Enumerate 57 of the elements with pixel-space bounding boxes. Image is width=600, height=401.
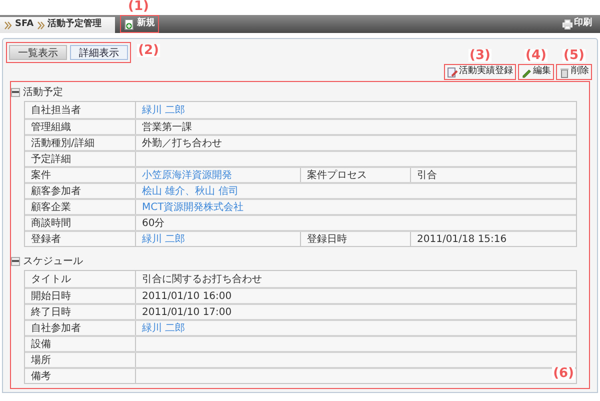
field-label: 案件プロセス: [307, 168, 367, 182]
callout-number: (6): [552, 367, 575, 380]
field-label: 登録者: [31, 232, 61, 246]
chevron-icon: [4, 20, 12, 30]
field-value: 2011/01/10 17:00: [142, 306, 232, 320]
document-pen-icon: [447, 66, 458, 78]
field-label: 備考: [31, 370, 51, 384]
field-label: 案件: [31, 168, 51, 182]
field-label: 終了日時: [31, 306, 71, 320]
print-button[interactable]: 印刷: [562, 15, 592, 33]
field-value: 引合: [417, 168, 437, 182]
view-tab[interactable]: 詳細表示: [70, 45, 128, 60]
link-value[interactable]: 緑川 二郎: [142, 320, 186, 336]
field-label: 予定詳細: [31, 152, 71, 166]
link-value[interactable]: 緑川 二郎: [142, 102, 186, 118]
link-value[interactable]: MCT資源開発株式会社: [142, 200, 244, 214]
field-label: 顧客参加者: [31, 184, 81, 198]
field-value: 営業第一課: [142, 120, 192, 134]
field-label: 場所: [31, 354, 51, 368]
section-title: スケジュール: [23, 254, 83, 268]
action-button[interactable]: 削除: [557, 65, 591, 79]
callout-number: (2): [137, 44, 160, 57]
field-label: 設備: [31, 338, 51, 352]
callout-number: (3): [468, 49, 492, 62]
field-label: タイトル: [31, 272, 71, 286]
field-label: 自社参加者: [31, 322, 81, 336]
callout-number: (5): [562, 49, 586, 62]
field-value: 2011/01/18 15:16: [417, 232, 507, 246]
field-label: 活動種別/詳細: [31, 136, 94, 150]
field-value: 外勤／打ち合わせ: [142, 136, 222, 150]
field-label: 管理組織: [31, 120, 71, 134]
field-label: 顧客企業: [31, 200, 71, 214]
chevron-icon: [36, 20, 45, 30]
field-label: 商談時間: [31, 216, 71, 230]
field-value: 60分: [142, 216, 165, 230]
field-label: 開始日時: [31, 290, 71, 304]
trash-icon: [559, 66, 570, 78]
breadcrumb-link[interactable]: 活動予定管理: [48, 18, 102, 32]
field-value: 2011/01/10 16:00: [142, 290, 232, 304]
action-button[interactable]: 活動実績登録: [445, 65, 515, 79]
breadcrumb-link[interactable]: SFA: [15, 18, 34, 32]
printer-icon: [562, 18, 573, 30]
field-value: 引合に関するお打ち合わせ: [142, 272, 262, 286]
link-value[interactable]: 桧山 雄介、秋山 信司: [142, 184, 238, 198]
collapse-toggle[interactable]: [11, 88, 20, 96]
action-button[interactable]: 編集: [519, 65, 553, 79]
field-label: 登録日時: [307, 232, 347, 246]
view-tab[interactable]: 一覧表示: [9, 45, 67, 60]
callout-number: (4): [524, 49, 548, 62]
document-plus-icon: [124, 18, 135, 30]
link-value[interactable]: 緑川 二郎: [142, 232, 186, 246]
collapse-toggle[interactable]: [11, 256, 20, 266]
link-value[interactable]: 小笠原海洋資源開発: [142, 168, 232, 182]
new-button[interactable]: 新規: [121, 16, 158, 32]
field-label: 自社担当者: [31, 104, 81, 118]
callout-number: (1): [127, 0, 150, 13]
section-title: 活動予定: [23, 86, 63, 100]
